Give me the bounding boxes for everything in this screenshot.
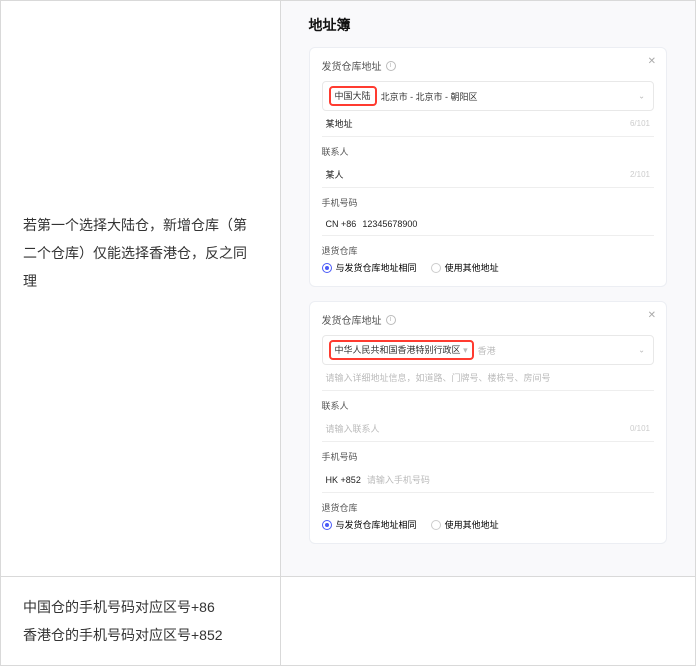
info-icon: i [386, 315, 396, 325]
phone-input-1[interactable]: CN +86 12345678900 [322, 213, 654, 236]
contact-label-2: 联系人 [322, 399, 654, 412]
phone-label-1: 手机号码 [322, 196, 654, 209]
contact-counter-2: 0/101 [630, 424, 650, 433]
address-placeholder-2: 请输入详细地址信息，如道路、门牌号、楼栋号、房间号 [326, 371, 551, 384]
radio-same-2[interactable]: 与发货仓库地址相同 [322, 518, 417, 531]
phone-placeholder-2: 请输入手机号码 [367, 473, 430, 486]
panel2-head: 发货仓库地址 i [322, 312, 654, 327]
panel2-title: 发货仓库地址 [322, 312, 382, 327]
row2-left-cell: 中国仓的手机号码对应区号+86 香港仓的手机号码对应区号+852 [1, 577, 281, 666]
doc-table: 若第一个选择大陆仓，新增仓库（第二个仓库）仅能选择香港仓，反之同理 地址簿 ✕ … [0, 0, 696, 666]
page-title: 地址簿 [309, 15, 667, 35]
phone-input-2[interactable]: HK +852 请输入手机号码 [322, 467, 654, 493]
row2-left-text: 中国仓的手机号码对应区号+86 香港仓的手机号码对应区号+852 [1, 577, 280, 665]
contact-placeholder-2: 请输入联系人 [326, 422, 380, 435]
panel-1: ✕ 发货仓库地址 i 中国大陆 北京市 - 北京市 - 朝阳区 ⌄ 某地址 [309, 47, 667, 287]
address-input-2[interactable]: 请输入详细地址信息，如道路、门牌号、楼栋号、房间号 [322, 365, 654, 391]
radio-dot-off [431, 263, 441, 273]
info-icon: i [386, 61, 396, 71]
radio-dot-on [322, 520, 332, 530]
radio-dot-off [431, 520, 441, 530]
return-label-2: 退货仓库 [322, 501, 654, 514]
region-rest-2: 香港 [478, 344, 496, 357]
row1-right-cell: 地址簿 ✕ 发货仓库地址 i 中国大陆 北京市 - 北京市 - 朝阳区 ⌄ [280, 1, 695, 577]
phone-prefix-1: CN +86 [326, 219, 357, 229]
return-radio-group-2: 与发货仓库地址相同 使用其他地址 [322, 518, 654, 531]
row1-left-text: 若第一个选择大陆仓，新增仓库（第二个仓库）仅能选择香港仓，反之同理 [1, 1, 280, 313]
chevron-down-icon: ⌄ [638, 92, 645, 101]
row2-line2: 香港仓的手机号码对应区号+852 [23, 621, 258, 649]
close-icon[interactable]: ✕ [648, 310, 656, 321]
row-1: 若第一个选择大陆仓，新增仓库（第二个仓库）仅能选择香港仓，反之同理 地址簿 ✕ … [1, 1, 696, 577]
panel-2: ✕ 发货仓库地址 i 中华人民共和国香港特别行政区 ▾ 香港 ⌄ 请输入详细地址… [309, 301, 667, 544]
radio-other-2[interactable]: 使用其他地址 [431, 518, 499, 531]
contact-input-1[interactable]: 某人 2/101 [322, 162, 654, 188]
address-input-1[interactable]: 某地址 6/101 [322, 111, 654, 137]
radio-other-1[interactable]: 使用其他地址 [431, 261, 499, 274]
phone-label-2: 手机号码 [322, 450, 654, 463]
region-rest-1: 北京市 - 北京市 - 朝阳区 [381, 90, 478, 103]
contact-value-1: 某人 [326, 168, 344, 181]
chevron-down-icon: ⌄ [638, 346, 645, 355]
return-label-1: 退货仓库 [322, 244, 654, 257]
address-value-1: 某地址 [326, 117, 353, 130]
contact-label-1: 联系人 [322, 145, 654, 158]
close-icon[interactable]: ✕ [648, 56, 656, 67]
region-select-2[interactable]: 中华人民共和国香港特别行政区 ▾ 香港 ⌄ [322, 335, 654, 365]
panel1-title: 发货仓库地址 [322, 58, 382, 73]
return-radio-group-1: 与发货仓库地址相同 使用其他地址 [322, 261, 654, 274]
address-book-ui: 地址簿 ✕ 发货仓库地址 i 中国大陆 北京市 - 北京市 - 朝阳区 ⌄ [281, 1, 695, 576]
region-select-1[interactable]: 中国大陆 北京市 - 北京市 - 朝阳区 ⌄ [322, 81, 654, 111]
row1-left-cell: 若第一个选择大陆仓，新增仓库（第二个仓库）仅能选择香港仓，反之同理 [1, 1, 281, 577]
panel1-head: 发货仓库地址 i [322, 58, 654, 73]
row2-right-cell [280, 577, 695, 666]
phone-value-1: 12345678900 [362, 219, 417, 229]
row2-line1: 中国仓的手机号码对应区号+86 [23, 593, 258, 621]
radio-dot-on [322, 263, 332, 273]
contact-counter-1: 2/101 [630, 170, 650, 179]
radio-same-1[interactable]: 与发货仓库地址相同 [322, 261, 417, 274]
address-counter-1: 6/101 [630, 119, 650, 128]
region-highlight-2: 中华人民共和国香港特别行政区 ▾ [329, 340, 474, 360]
contact-input-2[interactable]: 请输入联系人 0/101 [322, 416, 654, 442]
phone-prefix-2: HK +852 [326, 475, 361, 485]
region-highlight-1: 中国大陆 [329, 86, 377, 106]
row-2: 中国仓的手机号码对应区号+86 香港仓的手机号码对应区号+852 [1, 577, 696, 666]
